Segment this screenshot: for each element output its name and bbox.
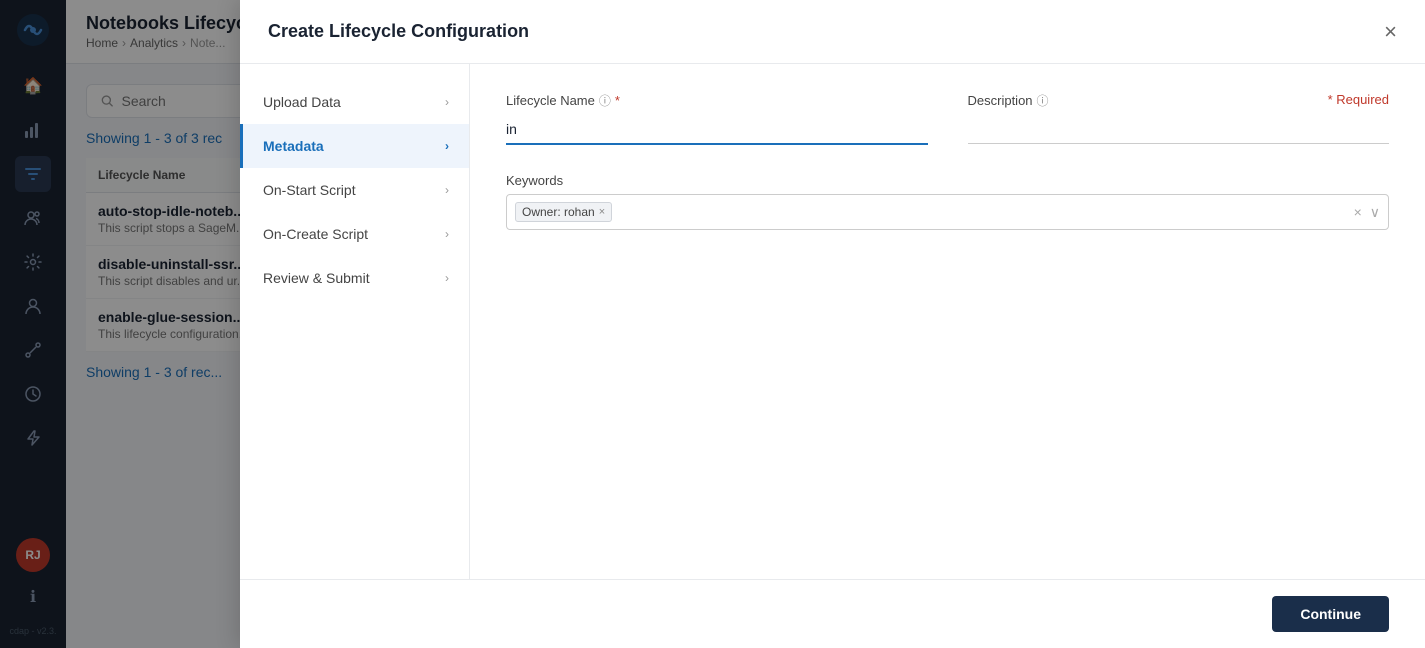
keywords-actions: × ∨ (1354, 204, 1380, 221)
form-row-1: Lifecycle Name ⓘ * Description ⓘ (506, 92, 1389, 145)
nav-label-review-submit: Review & Submit (263, 270, 370, 286)
modal: Create Lifecycle Configuration × Upload … (240, 0, 1425, 648)
keywords-clear-button[interactable]: × (1354, 204, 1362, 220)
lifecycle-name-group: Lifecycle Name ⓘ * (506, 92, 928, 145)
nav-chevron-metadata: › (445, 139, 449, 153)
form-area: * Required Lifecycle Name ⓘ * (470, 64, 1425, 579)
lifecycle-name-input[interactable] (506, 115, 928, 143)
description-group: Description ⓘ (968, 92, 1390, 145)
nav-chevron-on-start-script: › (445, 183, 449, 197)
nav-chevron-review-submit: › (445, 271, 449, 285)
description-label: Description ⓘ (968, 92, 1390, 109)
keywords-field[interactable]: Owner: rohan × × ∨ (506, 194, 1389, 230)
continue-button[interactable]: Continue (1272, 596, 1389, 632)
nav-label-on-create-script: On-Create Script (263, 226, 368, 242)
nav-chevron-upload-data: › (445, 95, 449, 109)
modal-left-nav: Upload Data › Metadata › On-Start Script… (240, 64, 470, 579)
modal-header: Create Lifecycle Configuration × (240, 0, 1425, 64)
keywords-tag-text: Owner: rohan (522, 205, 595, 219)
nav-label-metadata: Metadata (263, 138, 324, 154)
nav-item-review-submit[interactable]: Review & Submit › (240, 256, 469, 300)
lifecycle-name-label: Lifecycle Name ⓘ * (506, 92, 928, 109)
nav-item-upload-data[interactable]: Upload Data › (240, 80, 469, 124)
required-label: * Required (1328, 92, 1389, 107)
modal-close-button[interactable]: × (1384, 21, 1397, 43)
nav-label-upload-data: Upload Data (263, 94, 341, 110)
nav-item-on-start-script[interactable]: On-Start Script › (240, 168, 469, 212)
modal-footer: Continue (240, 579, 1425, 648)
nav-item-on-create-script[interactable]: On-Create Script › (240, 212, 469, 256)
description-input[interactable] (968, 115, 1390, 144)
keywords-toggle-button[interactable]: ∨ (1370, 204, 1380, 221)
keywords-label: Keywords (506, 173, 1389, 188)
lifecycle-name-required-star: * (615, 93, 620, 108)
lifecycle-name-info-icon[interactable]: ⓘ (599, 92, 611, 109)
nav-chevron-on-create-script: › (445, 227, 449, 241)
nav-label-on-start-script: On-Start Script (263, 182, 356, 198)
keywords-tag-remove[interactable]: × (599, 206, 605, 218)
keywords-group: Keywords Owner: rohan × × ∨ (506, 173, 1389, 230)
keywords-tag: Owner: rohan × (515, 202, 612, 222)
description-info-icon[interactable]: ⓘ (1037, 92, 1049, 109)
modal-title: Create Lifecycle Configuration (268, 21, 529, 42)
modal-body: Upload Data › Metadata › On-Start Script… (240, 64, 1425, 579)
modal-overlay[interactable]: Create Lifecycle Configuration × Upload … (0, 0, 1425, 648)
nav-item-metadata[interactable]: Metadata › (240, 124, 469, 168)
